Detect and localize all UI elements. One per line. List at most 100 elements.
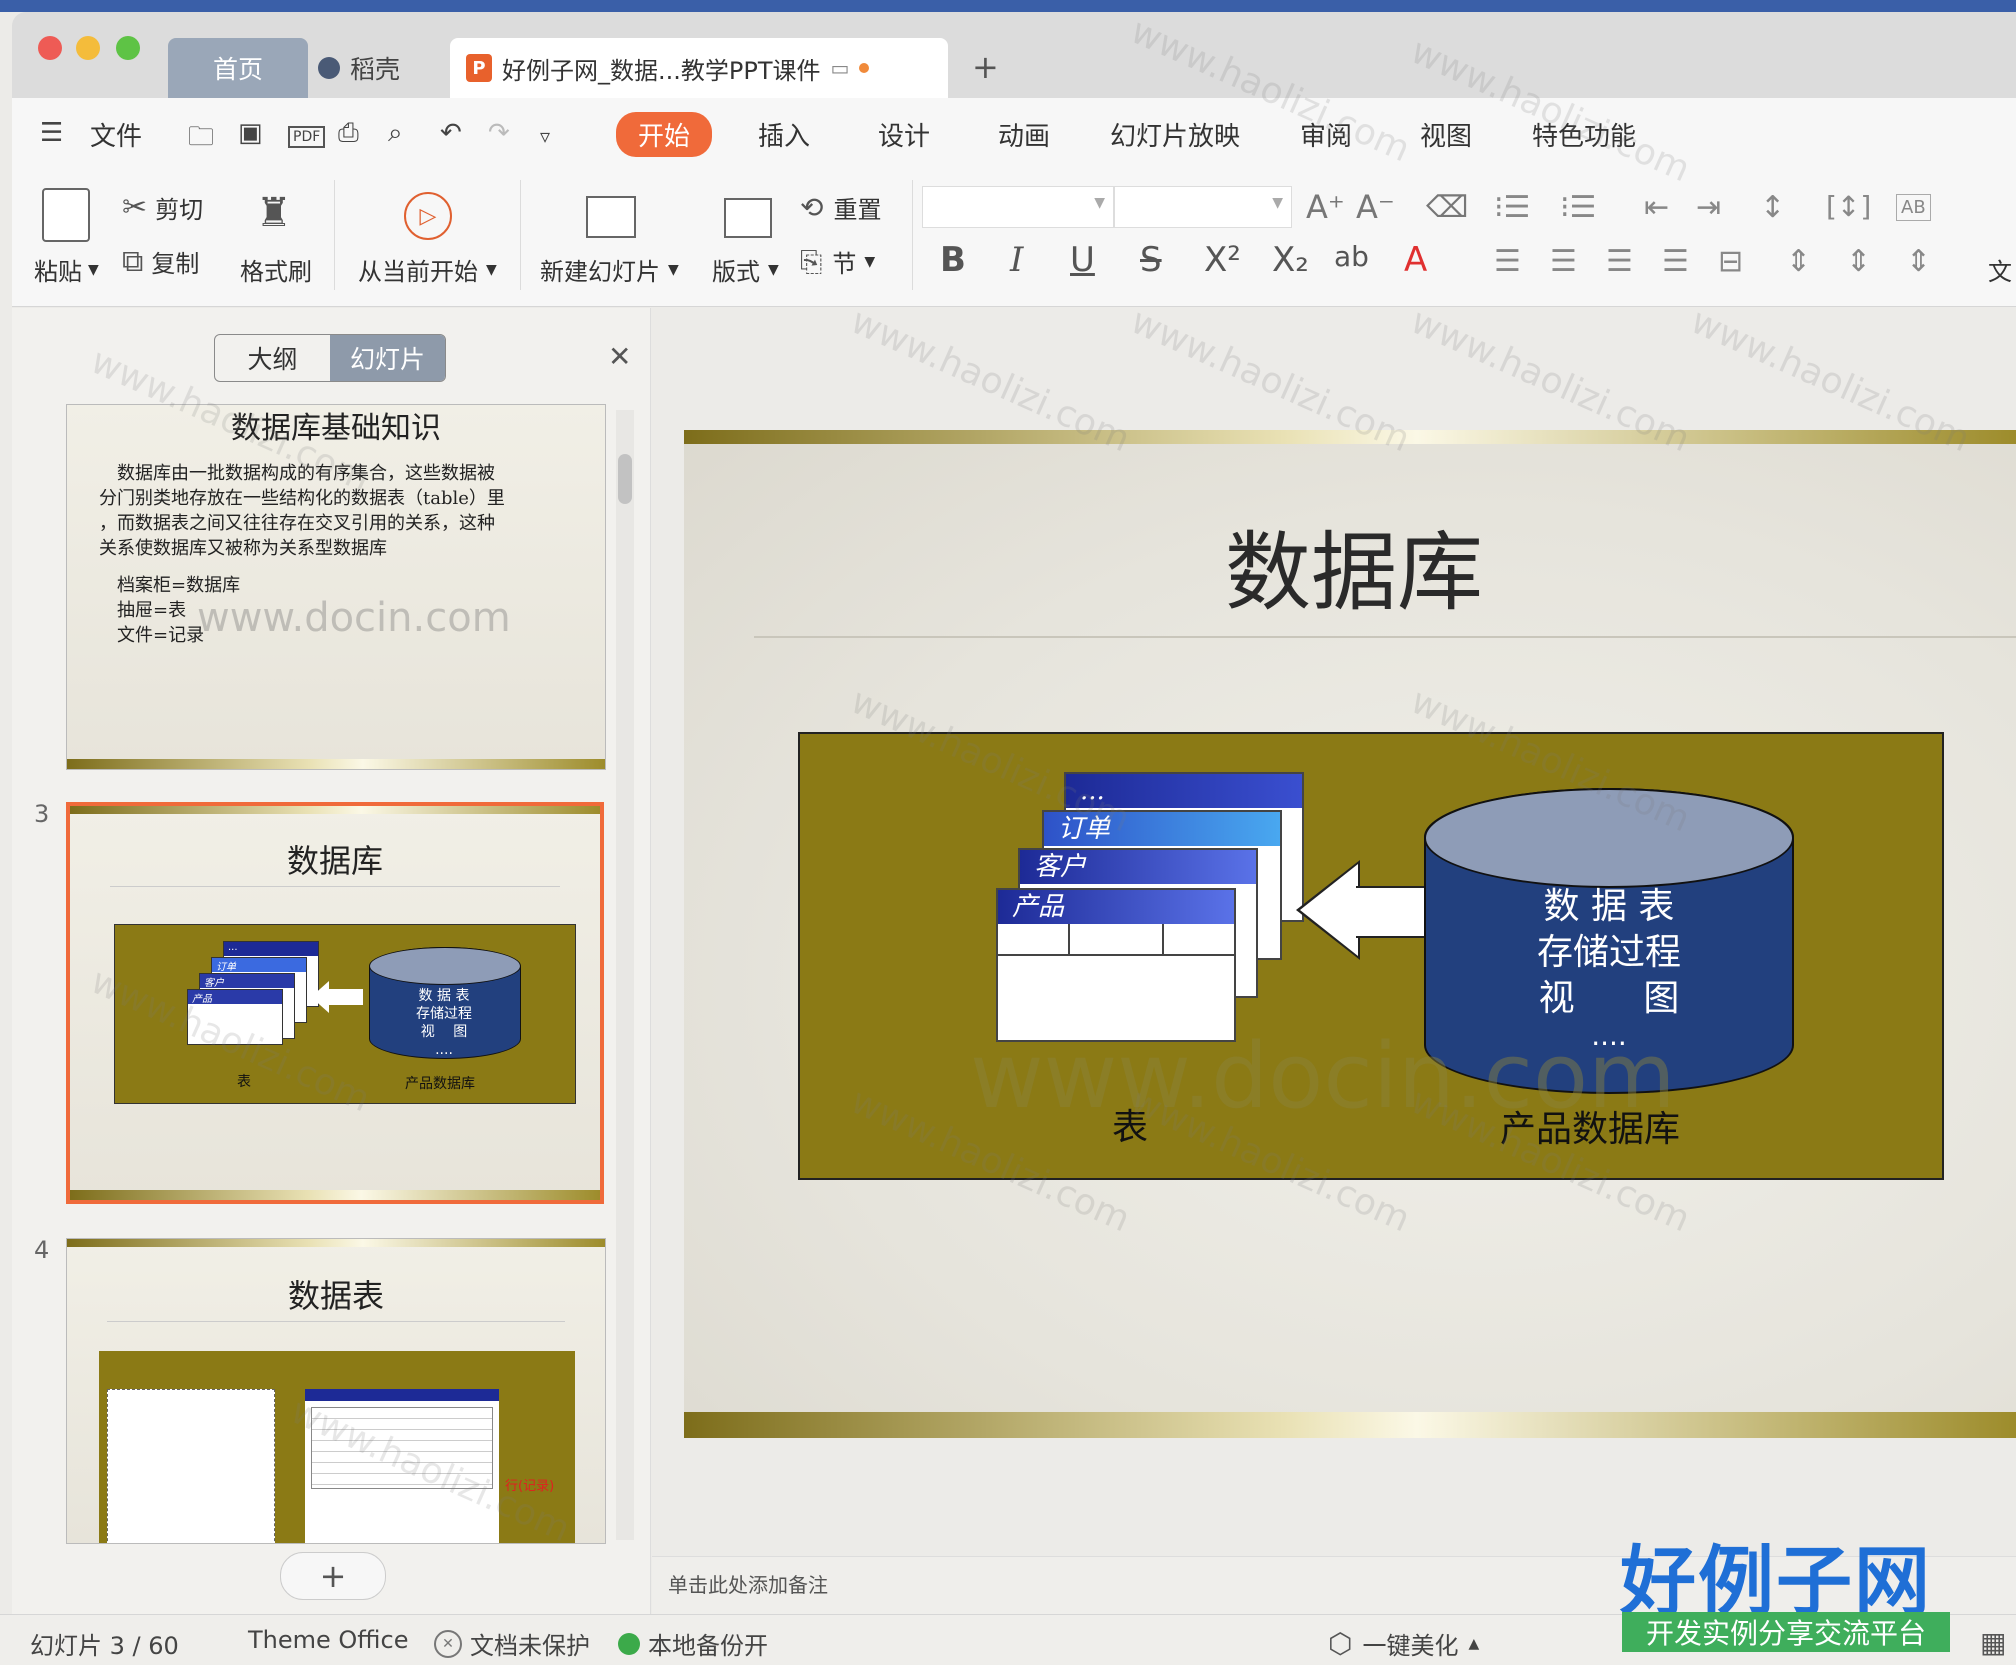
new-tab-plus-icon[interactable]: + (972, 48, 999, 86)
daoke-icon (318, 57, 340, 79)
ribbon-separator (912, 180, 913, 290)
layout-button[interactable]: 版式 ▼ (712, 252, 779, 287)
font-name-select[interactable]: ▼ (922, 186, 1114, 228)
column-spacing-icon[interactable]: ⇕ (1846, 244, 1871, 279)
format-painter-button[interactable]: 格式刷 (240, 252, 312, 287)
new-slide-label: 新建幻灯片 (540, 258, 660, 286)
outline-tab[interactable]: 大纲 (215, 335, 330, 381)
thumbnail-scrollbar[interactable] (616, 410, 634, 1540)
menu-tab-start[interactable]: 开始 (616, 112, 713, 157)
menu-file[interactable]: 文件 (90, 116, 142, 153)
beautify-label: 一键美化 (1362, 1632, 1459, 1660)
menu-tab-features[interactable]: 特色功能 (1532, 116, 1636, 153)
decrease-font-icon[interactable]: A⁻ (1356, 188, 1395, 226)
menu-tab-view[interactable]: 视图 (1420, 116, 1472, 153)
increase-indent-icon[interactable]: ⇥ (1696, 190, 1721, 225)
text-direction-icon[interactable]: ↕ (1760, 190, 1785, 225)
tab-home-label: 首页 (212, 55, 263, 84)
current-slide[interactable]: 数据库 ... 订单 客户 产品 数 据 表 存储过程 视 图 .... 表 产… (684, 430, 2016, 1438)
backup-label: 本地备份开 (648, 1632, 768, 1660)
print-preview-icon[interactable]: ⌕ (388, 118, 403, 149)
text-tool-cut-label[interactable]: 文 (1988, 252, 2012, 287)
play-from-current-button[interactable]: 从当前开始 ▼ (358, 252, 497, 287)
slide-thumbnail-2[interactable]: 数据库基础知识 数据库由一批数据构成的有序集合，这些数据被 分门别类地存放在一些… (66, 404, 606, 770)
save-icon[interactable]: ▣ (238, 118, 263, 148)
quick-access-dropdown-icon[interactable]: ▿ (540, 124, 550, 148)
add-slide-button[interactable]: + (280, 1552, 386, 1600)
thumbnail-scrollbar-thumb[interactable] (618, 454, 632, 504)
cut-button[interactable]: ✂ 剪切 (122, 190, 203, 225)
slide-title[interactable]: 数据库 (684, 502, 2016, 627)
font-color-icon[interactable]: A (1404, 240, 1427, 280)
db-line: 数 据 表 (1543, 886, 1675, 927)
more-spacing-icon[interactable]: ⇕ (1906, 244, 1931, 279)
menu-tab-insert[interactable]: 插入 (758, 116, 810, 153)
distribute-icon[interactable]: ⊟ (1718, 244, 1743, 279)
bullet-list-icon[interactable]: ⁝☰ (1494, 190, 1530, 225)
clear-format-icon[interactable]: ⌫ (1426, 190, 1468, 225)
redo-icon[interactable]: ↷ (488, 118, 510, 148)
copy-button[interactable]: ⧉ 复制 (122, 244, 199, 279)
theme-name[interactable]: Theme Office (248, 1626, 408, 1654)
open-folder-icon[interactable]: 🗀 (188, 118, 214, 162)
copy-label: 复制 (151, 250, 200, 278)
minimize-window-icon[interactable] (76, 36, 100, 60)
justify-icon[interactable]: ☰ (1662, 244, 1689, 279)
subscript-icon[interactable]: X₂ (1272, 240, 1309, 280)
strikethrough-icon[interactable]: S (1140, 240, 1162, 280)
close-panel-icon[interactable]: ✕ (608, 340, 631, 373)
table-header-row (998, 924, 1234, 956)
bold-icon[interactable]: B (940, 240, 966, 280)
backup-status[interactable]: 本地备份开 (618, 1626, 768, 1661)
tab-document[interactable]: P 好例子网_数据...教学PPT课件 ▭ (450, 38, 948, 98)
grid-view-icon[interactable]: ▦ (1980, 1626, 2006, 1659)
decrease-indent-icon[interactable]: ⇤ (1644, 190, 1669, 225)
slide-bottom-gold-bar (684, 1412, 2016, 1438)
align-center-icon[interactable]: ☰ (1550, 244, 1577, 279)
undo-icon[interactable]: ↶ (440, 118, 462, 148)
text-box-ab-icon[interactable]: AB (1896, 194, 1931, 221)
protect-status[interactable]: ✕ 文档未保护 (434, 1626, 590, 1661)
highlight-icon[interactable]: ab (1334, 240, 1369, 273)
print-icon[interactable]: ⎙ (338, 118, 359, 149)
beautify-button[interactable]: ⬡ 一键美化 ▲ (1328, 1626, 1479, 1661)
line-spacing-icon[interactable]: [↕] (1826, 190, 1871, 223)
menu-tab-review[interactable]: 审阅 (1300, 116, 1352, 153)
maximize-window-icon[interactable] (116, 36, 140, 60)
menu-tab-slideshow[interactable]: 幻灯片放映 (1110, 116, 1240, 153)
section-button[interactable]: ⎘ 节 ▼ (800, 244, 875, 279)
reset-button[interactable]: ⟲ 重置 (800, 190, 881, 225)
slides-tab[interactable]: 幻灯片 (330, 335, 445, 381)
arrow-shaft (1356, 886, 1428, 938)
new-slide-button[interactable]: 新建幻灯片 ▼ (540, 252, 679, 287)
paste-icon[interactable] (42, 188, 90, 242)
table-window: 产品 (996, 888, 1236, 1042)
underline-icon[interactable]: U (1070, 240, 1095, 280)
superscript-icon[interactable]: X² (1204, 240, 1241, 280)
slide-thumbnail-3[interactable]: 数据库 ... 订单 客户 产品 数 据 表存储过程视 图.... 表 产品数据… (66, 802, 604, 1204)
increase-font-icon[interactable]: A⁺ (1306, 188, 1345, 226)
format-painter-icon[interactable]: ♜ (256, 190, 292, 236)
tab-daoke[interactable]: 稻壳 (318, 38, 448, 98)
hamburger-menu-icon[interactable]: ☰ (40, 118, 63, 148)
close-window-icon[interactable] (38, 36, 62, 60)
slide-number: 3 (34, 800, 50, 828)
new-slide-icon[interactable] (586, 196, 636, 238)
menu-tab-design[interactable]: 设计 (878, 116, 930, 153)
export-pdf-icon[interactable]: PDF (288, 126, 326, 148)
protect-label: 文档未保护 (470, 1632, 590, 1660)
font-size-select[interactable]: ▼ (1114, 186, 1292, 228)
slide-thumbnail-4[interactable]: 数据表 行(记录) (66, 1238, 606, 1544)
align-left-icon[interactable]: ☰ (1494, 244, 1521, 279)
play-icon[interactable]: ▷ (404, 192, 452, 240)
align-right-icon[interactable]: ☰ (1606, 244, 1633, 279)
paragraph-spacing-icon[interactable]: ⇕ (1786, 244, 1811, 279)
menu-tab-animation[interactable]: 动画 (998, 116, 1050, 153)
paste-button[interactable]: 粘贴 ▼ (34, 252, 99, 287)
layout-icon[interactable] (724, 198, 772, 238)
italic-icon[interactable]: I (1010, 240, 1023, 280)
numbered-list-icon[interactable]: ⁝☰ (1560, 190, 1596, 225)
tab-home[interactable]: 首页 (168, 38, 308, 98)
monitor-icon: ▭ (830, 56, 850, 80)
cube-icon: ⬡ (1328, 1627, 1353, 1660)
